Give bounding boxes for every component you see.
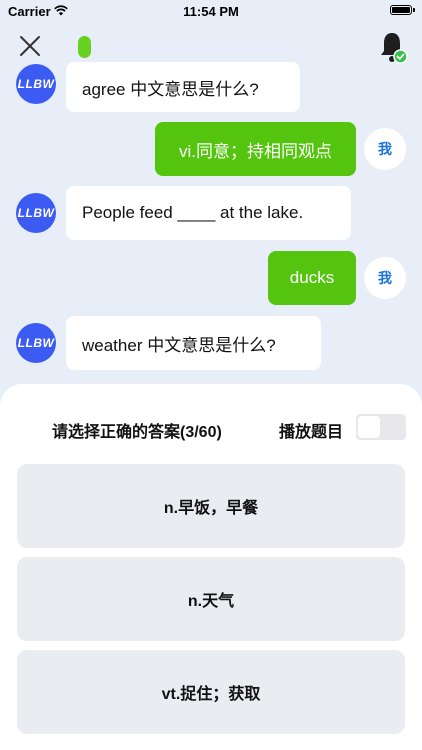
message-bubble: agree 中文意思是什么? — [66, 62, 300, 112]
toggle-knob — [358, 416, 380, 438]
quiz-title: 请选择正确的答案(3/60) — [52, 424, 222, 441]
message-bubble: vi.同意；持相同观点 — [155, 122, 356, 176]
answer-sheet: 请选择正确的答案(3/60) 播放题目 n.早饭，早餐 n.天气 vt.捉住；获… — [0, 384, 422, 750]
close-icon[interactable] — [18, 34, 42, 58]
message-bubble: weather 中文意思是什么? — [66, 316, 321, 370]
battery-icon — [390, 5, 412, 15]
answer-option[interactable]: n.天气 — [17, 557, 405, 641]
clock: 11:54 PM — [183, 4, 239, 19]
message-text: vi.同意；持相同观点 — [179, 141, 332, 161]
avatar: LLBW — [16, 64, 56, 104]
user-badge: 我 — [364, 257, 406, 299]
option-label: vt.捉住；获取 — [161, 686, 261, 703]
answer-option[interactable]: vt.捉住；获取 — [17, 650, 405, 734]
message-text: People feed ____ at the lake. — [82, 203, 304, 222]
play-question-toggle[interactable] — [356, 414, 406, 440]
answer-option[interactable]: n.早饭，早餐 — [17, 464, 405, 548]
progress-pill — [78, 36, 91, 58]
avatar: LLBW — [16, 193, 56, 233]
bell-icon[interactable] — [378, 30, 408, 64]
user-badge: 我 — [364, 128, 406, 170]
chat-message-user: vi.同意；持相同观点 我 — [0, 122, 422, 176]
chat-message-bot: LLBW agree 中文意思是什么? — [0, 62, 422, 112]
option-label: n.天气 — [187, 593, 235, 610]
chat-message-user: ducks 我 — [0, 251, 422, 305]
chat-message-bot: LLBW People feed ____ at the lake. — [0, 186, 422, 240]
message-bubble: ducks — [268, 251, 356, 305]
message-text: weather 中文意思是什么? — [82, 335, 276, 355]
status-bar: Carrier 11:54 PM — [0, 0, 422, 22]
message-bubble: People feed ____ at the lake. — [66, 186, 351, 240]
chat-message-bot: LLBW weather 中文意思是什么? — [0, 316, 422, 370]
play-question-label: 播放题目 — [279, 424, 344, 441]
option-label: n.早饭，早餐 — [163, 500, 259, 517]
message-text: ducks — [289, 268, 335, 287]
battery-tip — [413, 8, 415, 12]
avatar: LLBW — [16, 323, 56, 363]
message-text: agree 中文意思是什么? — [82, 79, 259, 99]
